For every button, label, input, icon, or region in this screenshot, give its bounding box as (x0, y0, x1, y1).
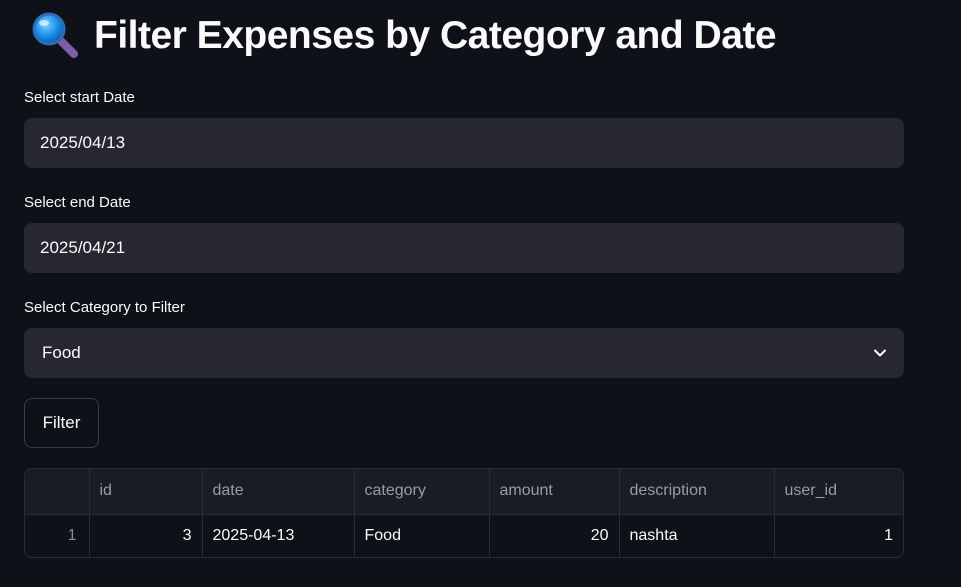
column-header-id[interactable]: id (88, 469, 202, 514)
category-select[interactable]: Food (24, 328, 904, 378)
end-date-value: 2025/04/21 (40, 238, 126, 257)
filter-button[interactable]: Filter (24, 398, 99, 448)
category-selected-value: Food (42, 343, 81, 362)
category-label: Select Category to Filter (24, 299, 185, 316)
app-page: Filter Expenses by Category and Date Sel… (0, 0, 961, 587)
chevron-down-icon[interactable] (872, 345, 888, 361)
page-header: Filter Expenses by Category and Date (30, 10, 777, 62)
amount-cell[interactable]: 20 (488, 514, 619, 557)
column-header-description[interactable]: description (618, 469, 774, 514)
page-title: Filter Expenses by Category and Date (94, 14, 777, 57)
date-cell[interactable]: 2025-04-13 (201, 514, 354, 557)
start-date-label: Select start Date (24, 89, 135, 106)
table-header-row: id date category amount description user… (25, 469, 903, 514)
column-header-amount[interactable]: amount (488, 469, 619, 514)
results-table[interactable]: id date category amount description user… (24, 468, 904, 558)
start-date-input[interactable]: 2025/04/13 (24, 118, 904, 168)
column-header-category[interactable]: category (353, 469, 489, 514)
table-row[interactable]: 1 3 2025-04-13 Food 20 nashta 1 (25, 514, 903, 557)
end-date-label: Select end Date (24, 194, 131, 211)
filter-button-label: Filter (42, 413, 81, 432)
description-cell[interactable]: nashta (618, 514, 774, 557)
column-header-index (25, 469, 89, 514)
user-id-cell[interactable]: 1 (773, 514, 903, 557)
category-cell[interactable]: Food (353, 514, 489, 557)
column-header-date[interactable]: date (201, 469, 354, 514)
end-date-input[interactable]: 2025/04/21 (24, 223, 904, 273)
row-index-cell: 1 (67, 527, 77, 545)
magnifying-glass-icon (32, 12, 78, 58)
start-date-value: 2025/04/13 (40, 133, 126, 152)
id-cell[interactable]: 3 (88, 514, 202, 557)
column-header-user-id[interactable]: user_id (773, 469, 903, 514)
